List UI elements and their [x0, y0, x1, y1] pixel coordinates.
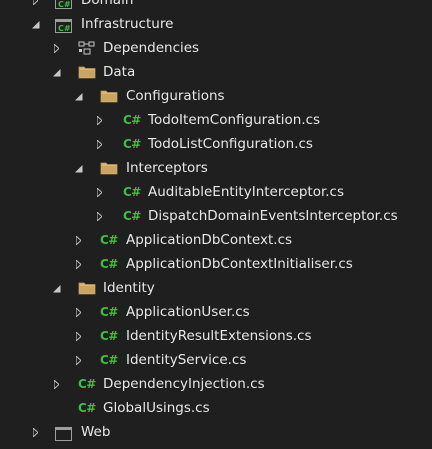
tree-item-infrastructure[interactable]: C# Infrastructure	[0, 12, 432, 36]
expand-arrow-icon[interactable]	[72, 324, 84, 348]
tree-item-identity-folder[interactable]: Identity	[0, 276, 432, 300]
tree-item-file[interactable]: C# DependencyInjection.cs	[0, 372, 432, 396]
collapse-arrow-icon[interactable]	[50, 276, 62, 300]
tree-item-label: ApplicationDbContext.cs	[126, 232, 293, 248]
tree-item-label: IdentityResultExtensions.cs	[126, 328, 312, 344]
tree-item-label: DependencyInjection.cs	[103, 376, 265, 392]
tree-item-web[interactable]: Web	[0, 420, 432, 444]
folder-icon	[78, 64, 96, 80]
tree-item-label: Configurations	[126, 88, 225, 104]
csharp-file-icon: C#	[100, 305, 118, 319]
expand-arrow-icon[interactable]	[72, 348, 84, 372]
expand-arrow-icon[interactable]	[29, 0, 41, 12]
tree-item-interceptors-folder[interactable]: Interceptors	[0, 156, 432, 180]
tree-item-file[interactable]: C# ApplicationDbContextInitialiser.cs	[0, 252, 432, 276]
collapse-arrow-icon[interactable]	[72, 84, 84, 108]
tree-item-label: Domain	[81, 0, 134, 8]
csharp-file-icon: C#	[100, 329, 118, 343]
dependencies-icon	[78, 40, 96, 56]
tree-item-file[interactable]: C# ApplicationUser.cs	[0, 300, 432, 324]
csharp-project-icon: C#	[55, 0, 72, 9]
tree-item-label: IdentityService.cs	[126, 352, 247, 368]
tree-item-file[interactable]: C# IdentityService.cs	[0, 348, 432, 372]
folder-icon	[78, 280, 96, 296]
tree-item-file[interactable]: C# TodoListConfiguration.cs	[0, 132, 432, 156]
tree-item-label: GlobalUsings.cs	[103, 400, 210, 416]
tree-item-domain[interactable]: C# Domain	[0, 0, 432, 12]
expand-arrow-icon[interactable]	[50, 36, 62, 60]
expand-arrow-icon[interactable]	[29, 420, 41, 444]
expand-arrow-icon[interactable]	[72, 300, 84, 324]
tree-item-file[interactable]: C# AuditableEntityInterceptor.cs	[0, 180, 432, 204]
solution-explorer-tree: C# Domain C# Infrastructure Dependencies…	[0, 0, 432, 444]
tree-item-label: TodoItemConfiguration.cs	[148, 112, 321, 128]
tree-item-label: DispatchDomainEventsInterceptor.cs	[148, 208, 398, 224]
tree-item-label: Identity	[103, 280, 155, 296]
csharp-file-icon: C#	[123, 209, 141, 223]
csharp-file-icon: C#	[78, 377, 96, 391]
csharp-project-icon: C#	[55, 17, 72, 33]
tree-item-file[interactable]: C# DispatchDomainEventsInterceptor.cs	[0, 204, 432, 228]
tree-item-label: ApplicationDbContextInitialiser.cs	[126, 256, 353, 272]
collapse-arrow-icon[interactable]	[29, 12, 41, 36]
web-project-icon	[55, 425, 72, 441]
folder-icon	[100, 88, 118, 104]
tree-item-label: Dependencies	[103, 40, 200, 56]
csharp-file-icon: C#	[123, 113, 141, 127]
tree-item-file[interactable]: C# IdentityResultExtensions.cs	[0, 324, 432, 348]
svg-text:C#: C#	[58, 24, 71, 33]
expand-arrow-icon[interactable]	[93, 132, 105, 156]
tree-item-label: ApplicationUser.cs	[126, 304, 250, 320]
tree-item-label: Web	[81, 424, 111, 440]
csharp-file-icon: C#	[100, 233, 118, 247]
folder-icon	[100, 160, 118, 176]
tree-item-data-folder[interactable]: Data	[0, 60, 432, 84]
csharp-file-icon: C#	[123, 137, 141, 151]
tree-item-label: Interceptors	[126, 160, 208, 176]
tree-item-file[interactable]: C# ApplicationDbContext.cs	[0, 228, 432, 252]
expand-arrow-icon[interactable]	[72, 228, 84, 252]
tree-item-label: AuditableEntityInterceptor.cs	[148, 184, 345, 200]
expand-arrow-icon[interactable]	[50, 372, 62, 396]
tree-item-label: Data	[103, 64, 136, 80]
csharp-file-icon: C#	[123, 185, 141, 199]
expand-arrow-icon[interactable]	[93, 108, 105, 132]
tree-item-label: TodoListConfiguration.cs	[148, 136, 313, 152]
collapse-arrow-icon[interactable]	[50, 60, 62, 84]
tree-item-configurations-folder[interactable]: Configurations	[0, 84, 432, 108]
expand-arrow-icon[interactable]	[93, 204, 105, 228]
csharp-file-icon: C#	[100, 257, 118, 271]
tree-item-file[interactable]: C# GlobalUsings.cs	[0, 396, 432, 420]
expand-arrow-icon[interactable]	[93, 180, 105, 204]
csharp-file-icon: C#	[100, 353, 118, 367]
tree-item-label: Infrastructure	[81, 16, 174, 32]
csharp-file-icon: C#	[78, 401, 96, 415]
tree-item-dependencies[interactable]: Dependencies	[0, 36, 432, 60]
svg-text:C#: C#	[58, 0, 71, 9]
tree-item-file[interactable]: C# TodoItemConfiguration.cs	[0, 108, 432, 132]
collapse-arrow-icon[interactable]	[72, 156, 84, 180]
expand-arrow-icon[interactable]	[72, 252, 84, 276]
